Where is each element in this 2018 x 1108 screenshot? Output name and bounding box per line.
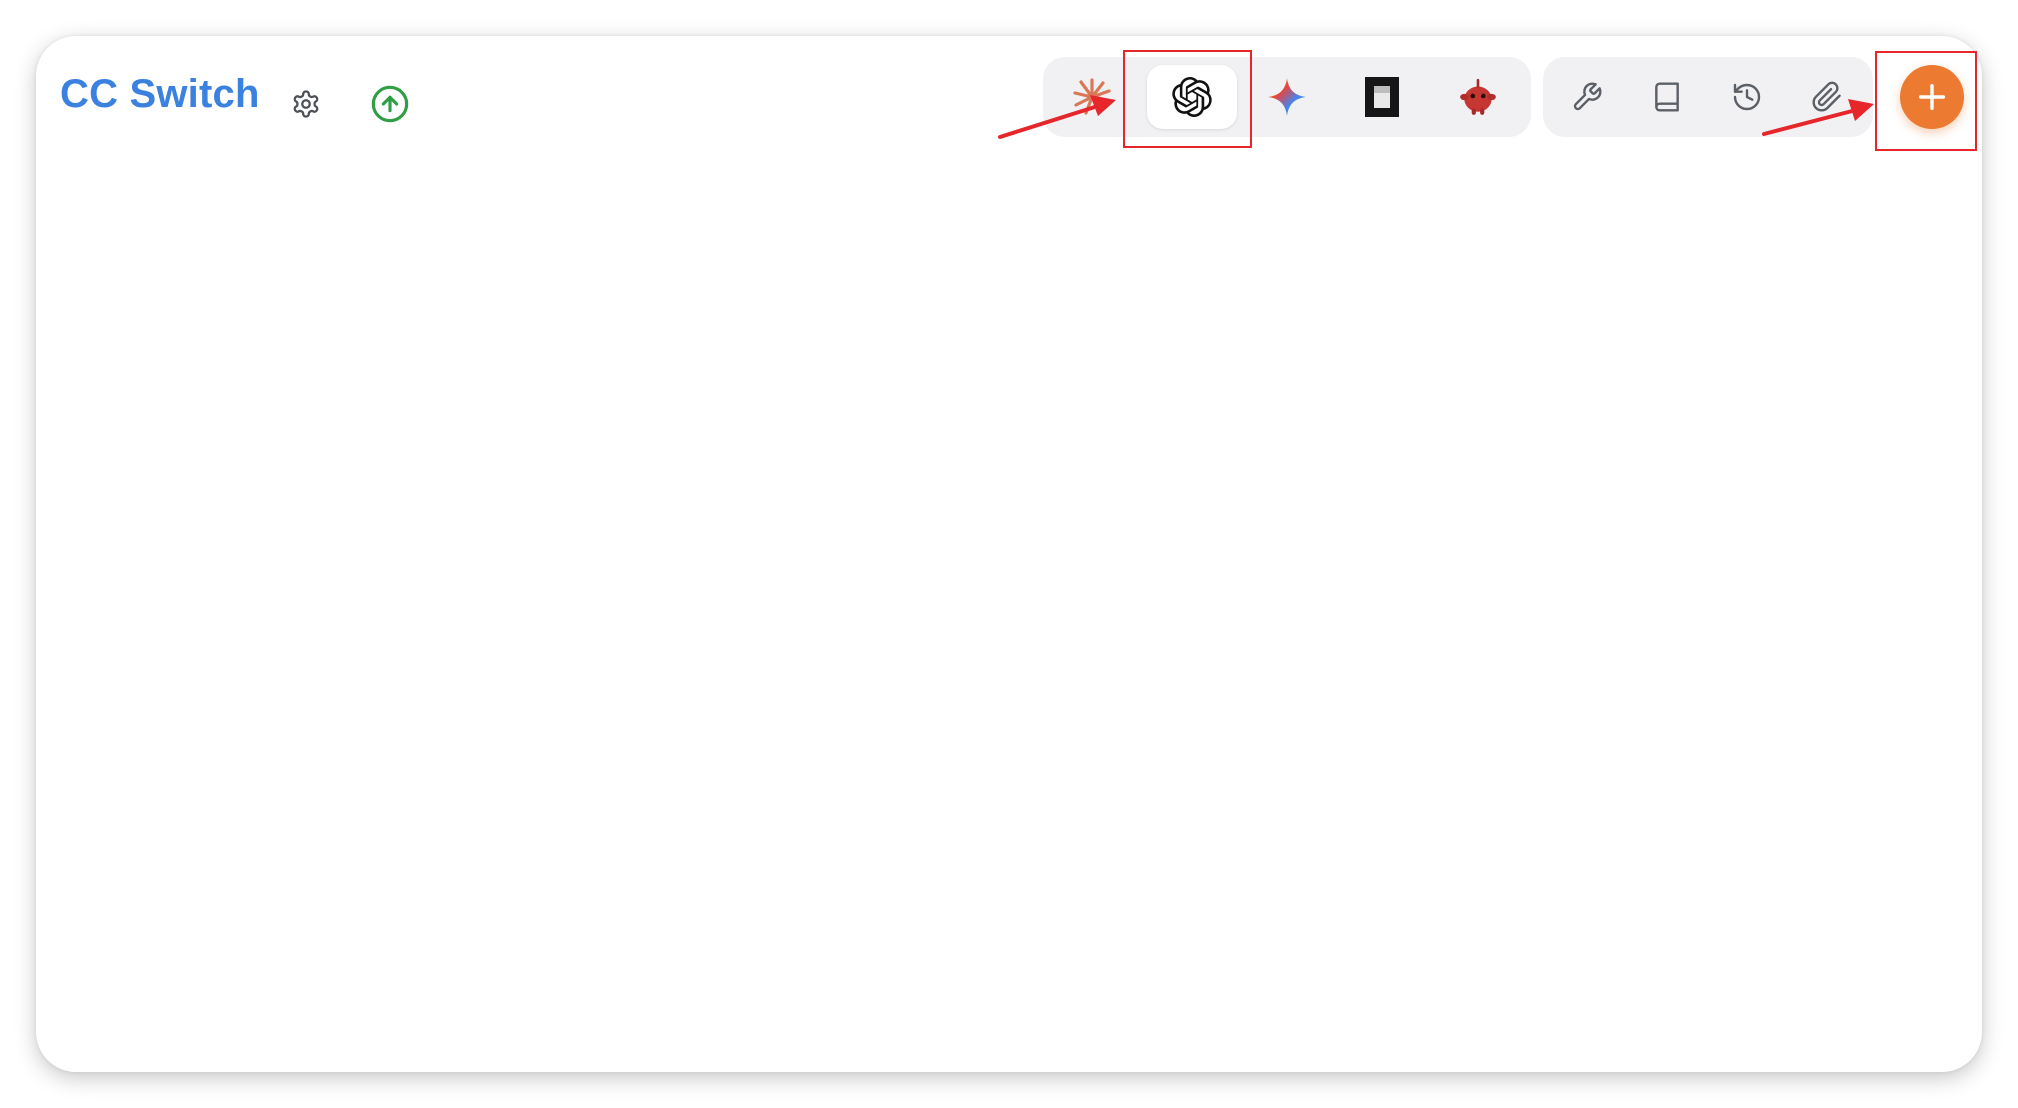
tools-group	[1543, 57, 1873, 137]
claude-starburst-icon	[1073, 78, 1111, 115]
plus-icon	[1918, 83, 1946, 111]
tab-claude[interactable]	[1047, 65, 1137, 129]
arrow-up-circle-icon	[371, 85, 409, 123]
history-button[interactable]	[1723, 73, 1771, 121]
gemini-sparkle-icon	[1268, 78, 1306, 116]
book-icon	[1655, 82, 1679, 112]
tab-openai[interactable]	[1147, 65, 1237, 129]
paperclip-icon	[1812, 81, 1841, 112]
update-button[interactable]	[362, 76, 418, 132]
wrench-icon	[1573, 82, 1602, 111]
tab-red-bot[interactable]	[1433, 65, 1523, 129]
docs-button[interactable]	[1643, 73, 1691, 121]
history-icon	[1733, 83, 1761, 111]
gear-icon	[293, 90, 319, 118]
app-switcher	[1043, 57, 1531, 137]
app-window: CC Switch	[36, 36, 1982, 1072]
settings-button[interactable]	[282, 80, 330, 128]
tools-button[interactable]	[1563, 73, 1611, 121]
add-provider-button[interactable]	[1900, 65, 1964, 129]
red-bot-icon	[1460, 78, 1496, 115]
attachment-button[interactable]	[1803, 73, 1851, 121]
screenshot-stage: CC Switch	[0, 0, 2018, 1108]
openai-logo-icon	[1172, 77, 1212, 117]
tab-opencode[interactable]	[1337, 65, 1427, 129]
opencode-square-icon	[1365, 77, 1399, 117]
app-title: CC Switch	[60, 72, 260, 116]
tab-gemini[interactable]	[1242, 65, 1332, 129]
